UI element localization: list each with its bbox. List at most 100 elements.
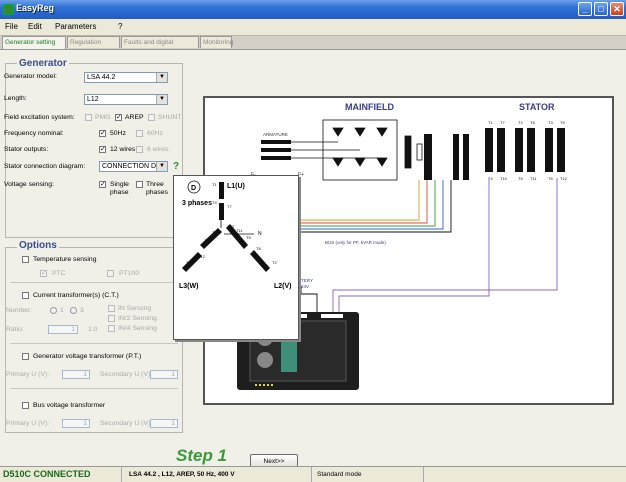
wires xyxy=(297,178,558,333)
terminal-label: T1 xyxy=(488,120,493,125)
terminal-label: T6 xyxy=(548,176,553,181)
pt100-label: PT100 xyxy=(119,270,140,277)
terminal-label: T8 xyxy=(530,120,535,125)
in2-sensing-checkbox[interactable] xyxy=(108,315,115,322)
arep-checkbox[interactable]: ✓ xyxy=(115,114,122,121)
in2-sensing-label: IN/2 Sensing xyxy=(118,315,157,322)
battery-label: TERY xyxy=(301,278,313,283)
ratio-value: 1 xyxy=(71,326,75,333)
number-1-label: 1 xyxy=(60,307,64,314)
star-windings xyxy=(182,182,270,272)
tab-monitoring[interactable]: Monitoring xyxy=(200,36,233,48)
terminal-label: T5 xyxy=(246,235,251,240)
bus-checkbox[interactable] xyxy=(22,402,29,409)
pmg-checkbox[interactable] xyxy=(85,114,92,121)
50hz-checkbox[interactable]: ✓ xyxy=(99,130,106,137)
l2-label: L2(V) xyxy=(274,283,292,290)
bus-primary-label: Primary U (V): xyxy=(6,420,50,427)
ct-label: Current transformer(s) (C.T.) xyxy=(33,292,119,299)
excitation-label: Field excitation system: xyxy=(4,114,75,121)
connection-select[interactable]: CONNECTION D ▼ xyxy=(99,161,168,172)
60hz-label: 60Hz xyxy=(147,130,163,137)
minimize-button[interactable]: _ xyxy=(578,2,592,16)
in-sensing-label: IN Sensing xyxy=(118,305,152,312)
three-phases-label: Three phases xyxy=(146,181,168,196)
phases-label: 3 phases xyxy=(182,200,212,207)
60hz-checkbox[interactable] xyxy=(136,130,143,137)
terminal-label: T10 xyxy=(227,224,235,229)
options-heading: Options xyxy=(17,240,59,251)
temp-checkbox[interactable] xyxy=(22,256,29,263)
divider xyxy=(10,388,178,389)
tab-generator-setting[interactable]: Generator setting xyxy=(2,36,66,49)
three-phases-checkbox[interactable] xyxy=(136,181,143,188)
length-label: Length: xyxy=(4,95,27,102)
single-phase-label: Single phase xyxy=(110,181,129,196)
menu-help[interactable]: ? xyxy=(118,22,122,31)
ptc-checkbox[interactable]: ✓ xyxy=(40,270,47,277)
terminal-label: T12 xyxy=(198,254,206,259)
close-button[interactable]: ✕ xyxy=(610,2,624,16)
length-select[interactable]: L12 ▼ xyxy=(84,94,168,105)
pt100-checkbox[interactable] xyxy=(107,270,114,277)
menu-file[interactable]: File xyxy=(5,22,18,31)
6wires-label: 6 wires xyxy=(147,146,169,153)
bus-secondary-value: 1 xyxy=(171,420,175,427)
shunt-checkbox[interactable] xyxy=(148,114,155,121)
chevron-down-icon: ▼ xyxy=(156,95,167,104)
secondary-label: Secondary U (V): xyxy=(100,371,153,378)
ct-checkbox[interactable] xyxy=(22,292,29,299)
terminal-label: T10 xyxy=(500,176,508,181)
tab-regulation-mode[interactable]: Regulation mode xyxy=(67,36,120,58)
terminal-label: T12 xyxy=(560,176,568,181)
terminal-label: T4 xyxy=(212,200,217,205)
terminal-label: T2 xyxy=(518,120,523,125)
menu-parameters[interactable]: Parameters xyxy=(55,22,96,31)
window-title: EasyReg xyxy=(16,3,55,13)
bus-primary-value: 1 xyxy=(83,420,87,427)
bus-secondary-input[interactable]: 1 xyxy=(150,419,178,428)
outputs-label: Stator outputs: xyxy=(4,146,49,153)
terminal-label: T3 xyxy=(186,260,191,265)
app-icon xyxy=(3,4,14,15)
frequency-label: Frequency nominal: xyxy=(4,130,64,137)
chevron-down-icon: ▼ xyxy=(156,73,167,82)
terminal-label: T5 xyxy=(518,176,523,181)
tab-faults-outputs[interactable]: Faults and digital outputs xyxy=(121,36,199,58)
primary-input[interactable]: 1 xyxy=(62,370,90,379)
menu-edit[interactable]: Edit xyxy=(28,22,42,31)
number-3-radio[interactable] xyxy=(70,307,77,314)
menu-bar: File Edit Parameters ? xyxy=(0,19,626,36)
arep-label: AREP xyxy=(125,114,144,121)
battery-voltage: 24V xyxy=(301,284,309,289)
primary-label: Primary U (V): xyxy=(6,371,50,378)
6wires-checkbox[interactable] xyxy=(136,146,143,153)
pmg-label: PMG xyxy=(95,114,111,121)
secondary-input[interactable]: 1 xyxy=(150,370,178,379)
title-bar: EasyReg _ □ ✕ xyxy=(0,0,626,19)
bus-primary-input[interactable]: 1 xyxy=(62,419,90,428)
12wires-checkbox[interactable]: ✓ xyxy=(99,146,106,153)
help-icon[interactable]: ? xyxy=(173,161,179,172)
ratio-input[interactable]: 1 xyxy=(48,325,78,334)
model-select[interactable]: LSA 44.2 ▼ xyxy=(84,72,168,83)
number-label: Number: xyxy=(6,307,33,314)
in-sensing-checkbox[interactable] xyxy=(108,305,115,312)
rectifier-bridge xyxy=(291,119,423,181)
connection-popup: D 3 phases L1(U) L2(V) L3(W) N T1 T4 T7 xyxy=(173,175,299,340)
main-content: Generator Generator model: LSA 44.2 ▼ Len… xyxy=(0,49,626,468)
pt-checkbox[interactable] xyxy=(22,353,29,360)
pt-label: Generator voltage transformer (P.T.) xyxy=(33,353,142,360)
chevron-down-icon: ▼ xyxy=(156,162,167,171)
stator-coils xyxy=(485,128,565,172)
primary-value: 1 xyxy=(83,371,87,378)
number-1-radio[interactable] xyxy=(50,307,57,314)
50hz-label: 50Hz xyxy=(110,130,126,137)
model-value: LSA 44.2 xyxy=(87,74,116,81)
single-phase-checkbox[interactable]: ✓ xyxy=(99,181,106,188)
terminal-label: T6 xyxy=(204,238,209,243)
maximize-button[interactable]: □ xyxy=(594,2,608,16)
mainfield-label: MAINFIELD xyxy=(345,102,394,112)
mainfield-coils xyxy=(424,134,469,180)
in4-sensing-checkbox[interactable] xyxy=(108,325,115,332)
